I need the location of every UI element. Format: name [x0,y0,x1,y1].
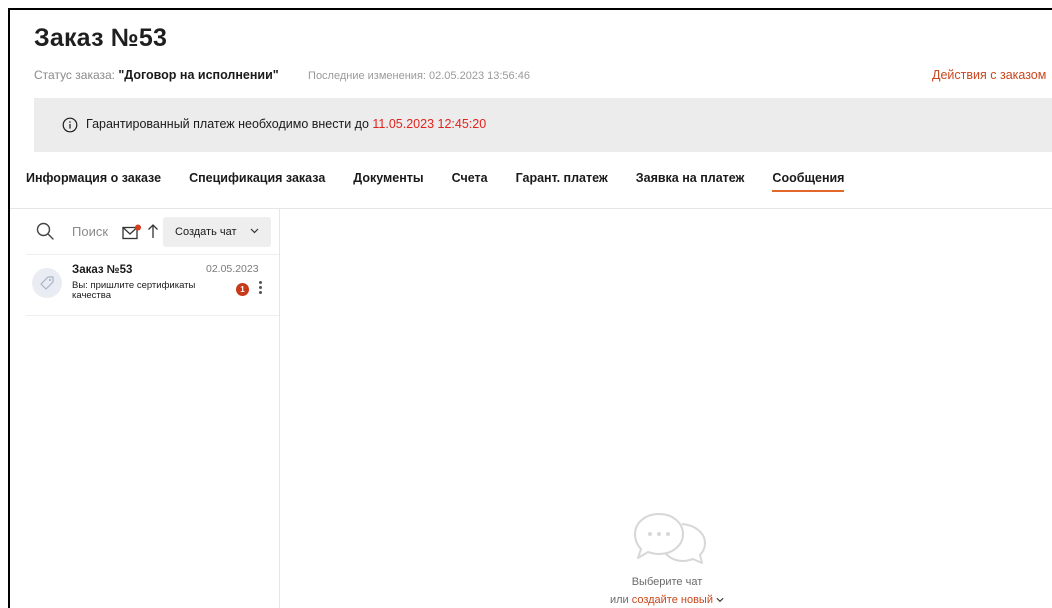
tab-guarantee-payment[interactable]: Гарант. платеж [516,170,608,192]
banner-text: Гарантированный платеж необходимо внести… [86,117,486,131]
chat-list-panel: Создать чат Заказ №53 02.05.2023 Вы: при… [26,209,280,608]
chat-toolbar: Создать чат [26,209,279,255]
more-options-icon[interactable] [254,279,266,297]
chevron-down-icon [250,228,259,234]
last-changed-text: Последние изменения: 02.05.2023 13:56:46 [308,70,530,82]
unread-mail-icon[interactable] [122,224,142,240]
create-chat-label: Создать чат [175,226,237,238]
tab-order-info[interactable]: Информация о заказе [26,170,161,192]
chat-date: 02.05.2023 [206,263,259,275]
payment-banner: Гарантированный платеж необходимо внести… [34,98,1052,152]
info-icon [62,117,78,133]
chat-list-item[interactable]: Заказ №53 02.05.2023 Вы: пришлите сертиф… [26,256,279,316]
create-new-chat-link[interactable]: создайте новый [632,594,724,606]
chat-title: Заказ №53 [72,264,133,276]
chevron-down-icon [716,597,724,603]
tag-icon [40,276,54,290]
chat-search-input[interactable] [72,221,118,241]
payment-deadline: 11.05.2023 12:45:20 [372,117,487,131]
tab-order-spec[interactable]: Спецификация заказа [189,170,325,192]
order-actions-link[interactable]: Действия с заказом [932,68,1046,82]
status-label: Статус заказа: [34,68,119,82]
page-title: Заказ №53 [34,24,168,52]
tab-invoices[interactable]: Счета [452,170,488,192]
chat-bubbles-icon [634,513,706,564]
tab-documents[interactable]: Документы [353,170,423,192]
order-tabs: Информация о заказе Спецификация заказа … [26,170,872,192]
chat-last-message: Вы: пришлите сертификаты качества [72,280,196,301]
empty-state-subtitle: или создайте новый [280,594,1052,606]
order-page: Заказ №53 Статус заказа: "Договор на исп… [8,8,1052,608]
order-status-row: Статус заказа: "Договор на исполнении" П… [34,68,530,82]
empty-state-title: Выберите чат [631,576,703,588]
create-new-chat-label: создайте новый [631,594,713,606]
banner-message: Гарантированный платеж необходимо внести… [86,117,373,131]
search-icon[interactable] [36,222,54,240]
status-value: "Договор на исполнении" [118,68,279,82]
empty-state-prefix: или [609,594,632,606]
chat-avatar [32,268,62,298]
tab-messages[interactable]: Сообщения [772,170,845,192]
create-chat-button[interactable]: Создать чат [163,217,271,247]
tab-payment-request[interactable]: Заявка на платеж [636,170,745,192]
sort-arrow-up-icon[interactable] [146,222,160,240]
unread-count-badge: 1 [236,283,249,296]
chat-empty-state: Выберите чат или создайте новый [280,209,1052,608]
